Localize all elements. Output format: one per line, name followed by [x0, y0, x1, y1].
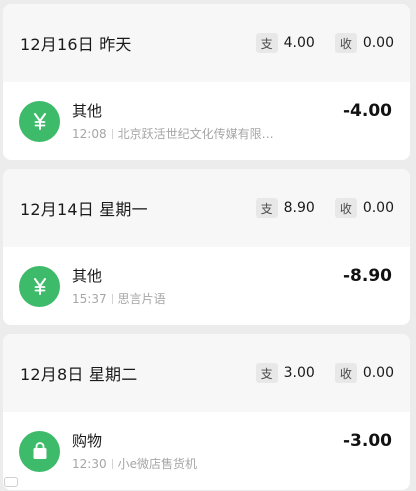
expense-total: 支 3.00 — [255, 363, 315, 383]
day-group: 12月8日 星期二 支 3.00 收 0.00 购物 12:30 小e微店售货机… — [3, 334, 410, 490]
day-date: 12月14日 星期一 — [20, 200, 148, 219]
expense-value: 3.00 — [283, 365, 315, 381]
income-total: 收 0.00 — [334, 198, 394, 218]
transaction-meta: 12:08 北京跃活世纪文化传媒有限… — [72, 126, 333, 142]
expense-value: 8.90 — [283, 200, 315, 216]
transaction-merchant: 小e微店售货机 — [117, 456, 197, 471]
meta-divider — [111, 128, 113, 139]
day-header[interactable]: 12月14日 星期一 支 8.90 收 0.00 — [3, 169, 410, 247]
meta-divider — [111, 458, 113, 469]
transaction-category: 其他 — [72, 101, 103, 120]
transaction-category: 购物 — [72, 431, 103, 450]
bill-list-page: 12月16日 昨天 支 4.00 收 0.00 其他 12:08 北京跃活世纪文… — [0, 0, 416, 491]
income-total: 收 0.00 — [334, 363, 394, 383]
income-total: 收 0.00 — [334, 33, 394, 53]
income-value: 0.00 — [362, 200, 394, 216]
day-date: 12月8日 星期二 — [20, 365, 138, 384]
transaction-info: 购物 12:30 小e微店售货机 — [72, 431, 333, 472]
expense-tag: 支 — [255, 363, 278, 383]
transaction-amount: -4.00 — [343, 101, 392, 121]
transaction-merchant: 思言片语 — [117, 291, 166, 306]
expense-total: 支 8.90 — [255, 198, 315, 218]
meta-divider — [111, 293, 113, 304]
day-header[interactable]: 12月16日 昨天 支 4.00 收 0.00 — [3, 4, 410, 82]
expense-tag: 支 — [255, 33, 278, 53]
transaction-amount: -8.90 — [343, 266, 392, 286]
income-value: 0.00 — [362, 365, 394, 381]
transaction-meta: 12:30 小e微店售货机 — [72, 456, 333, 472]
transaction-info: 其他 12:08 北京跃活世纪文化传媒有限… — [72, 101, 333, 142]
transaction-row[interactable]: 购物 12:30 小e微店售货机 -3.00 — [3, 412, 410, 490]
watermark-logo-icon — [4, 477, 18, 487]
expense-tag: 支 — [255, 198, 278, 218]
transaction-meta: 15:37 思言片语 — [72, 291, 333, 307]
transaction-category: 其他 — [72, 266, 103, 285]
transaction-time: 12:30 — [72, 456, 107, 471]
income-tag: 收 — [334, 363, 357, 383]
day-header[interactable]: 12月8日 星期二 支 3.00 收 0.00 — [3, 334, 410, 412]
day-date: 12月16日 昨天 — [20, 35, 132, 54]
day-totals: 支 8.90 收 0.00 — [255, 198, 394, 218]
day-totals: 支 3.00 收 0.00 — [255, 363, 394, 383]
day-group: 12月16日 昨天 支 4.00 收 0.00 其他 12:08 北京跃活世纪文… — [3, 4, 410, 160]
expense-value: 4.00 — [283, 35, 315, 51]
yuan-icon — [19, 100, 60, 142]
day-totals: 支 4.00 收 0.00 — [255, 33, 394, 53]
income-tag: 收 — [334, 198, 357, 218]
transaction-time: 15:37 — [72, 291, 107, 306]
transaction-row[interactable]: 其他 12:08 北京跃活世纪文化传媒有限… -4.00 — [3, 82, 410, 160]
day-group: 12月14日 星期一 支 8.90 收 0.00 其他 15:37 思言片语 -… — [3, 169, 410, 325]
income-tag: 收 — [334, 33, 357, 53]
expense-total: 支 4.00 — [255, 33, 315, 53]
shopping-bag-icon — [19, 430, 60, 472]
watermark — [4, 477, 21, 487]
transaction-time: 12:08 — [72, 126, 107, 141]
yuan-icon — [19, 265, 60, 307]
income-value: 0.00 — [362, 35, 394, 51]
transaction-merchant: 北京跃活世纪文化传媒有限… — [117, 126, 274, 141]
transaction-row[interactable]: 其他 15:37 思言片语 -8.90 — [3, 247, 410, 325]
transaction-info: 其他 15:37 思言片语 — [72, 266, 333, 307]
transaction-amount: -3.00 — [343, 431, 392, 451]
